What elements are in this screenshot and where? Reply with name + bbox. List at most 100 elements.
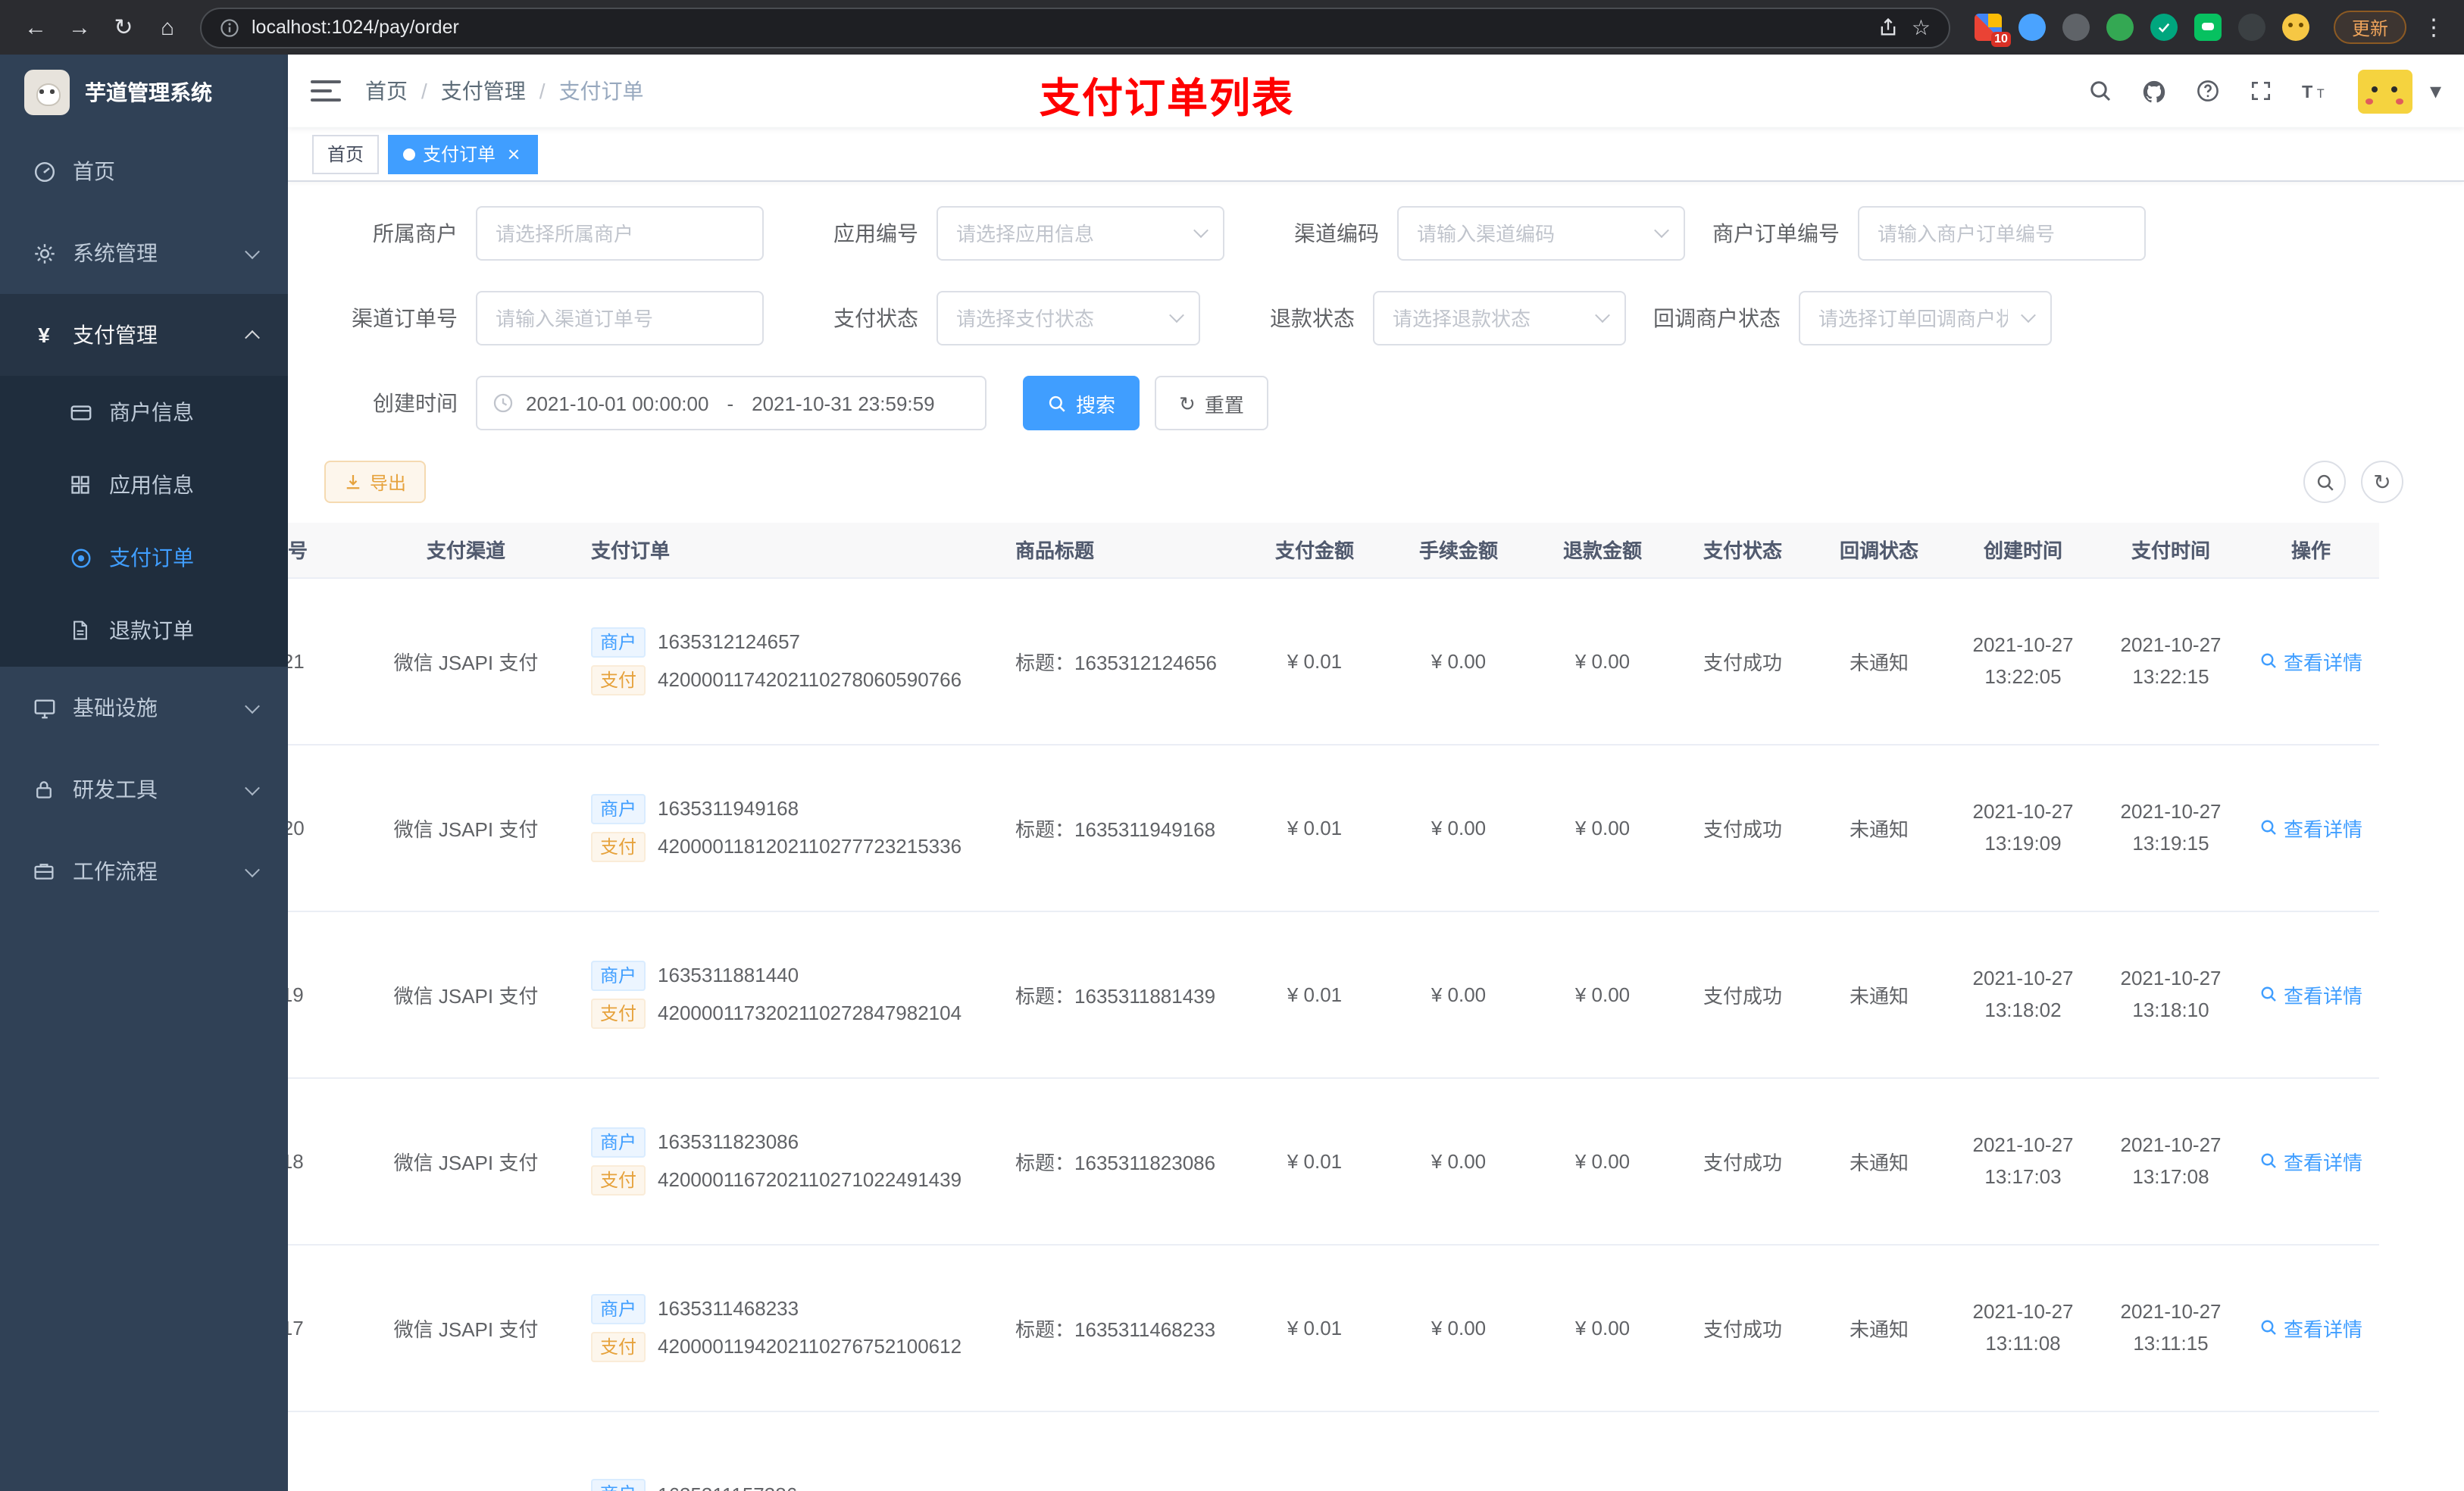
sidebar-item-home[interactable]: 首页 — [0, 130, 288, 212]
menu-item-label: 支付管理 — [73, 323, 158, 347]
site-info-icon[interactable] — [220, 17, 239, 37]
pay-tag: 支付 — [591, 831, 646, 861]
extension-icon[interactable] — [2018, 14, 2046, 41]
view-detail-link[interactable]: 查看详情 — [2259, 1146, 2362, 1175]
title-prefix: 标题： — [1015, 651, 1075, 674]
filter-row-3: 创建时间 2021-10-01 00:00:00 - 2021-10-31 23… — [324, 376, 2464, 430]
font-size-icon[interactable]: TT — [2303, 79, 2330, 103]
filter-field-label: 支付状态 — [833, 306, 918, 330]
sidebar-subitem-app-info[interactable]: 应用信息 — [0, 449, 288, 521]
fullscreen-icon[interactable] — [2250, 79, 2274, 103]
view-detail-link[interactable]: 查看详情 — [2259, 646, 2362, 675]
column-header: 支付状态 — [1674, 523, 1811, 578]
pay-order-line: 支付 4200001173202110272847982104 — [591, 998, 985, 1028]
merchant-order-no: 1635311157386 — [658, 1483, 797, 1491]
browser-back-button[interactable]: ← — [15, 7, 56, 48]
filter-field: 商户订单编号 — [1706, 206, 2146, 261]
product-title-cell: 标题：1635311468233 — [1000, 1244, 1243, 1411]
browser-home-button[interactable]: ⌂ — [147, 7, 188, 48]
export-button[interactable]: 导出 — [324, 461, 427, 503]
browser-reload-button[interactable]: ↻ — [103, 7, 144, 48]
tab-pay-order[interactable]: 支付订单 — [388, 134, 539, 173]
view-detail-link[interactable]: 查看详情 — [2259, 980, 2362, 1008]
pay-status-cell: 支付成功 — [1674, 577, 1811, 745]
active-dot-icon — [403, 148, 416, 160]
browser-menu-icon[interactable]: ⋮ — [2419, 16, 2449, 39]
sidebar-item-payment[interactable]: ¥ 支付管理 — [0, 294, 288, 376]
help-icon[interactable] — [2197, 79, 2221, 103]
bookmark-star-icon[interactable]: ☆ — [1912, 17, 1931, 38]
refund-amount-cell: ¥ 0.00 — [1531, 1244, 1674, 1411]
filter-field-label: 应用编号 — [833, 221, 918, 245]
record-icon — [67, 546, 94, 569]
view-detail-link[interactable]: 查看详情 — [2259, 1313, 2362, 1342]
extension-icon[interactable] — [2150, 14, 2178, 41]
url-text[interactable]: localhost:1024/pay/order — [252, 17, 1866, 38]
sidebar-subitem-pay-order[interactable]: 支付订单 — [0, 521, 288, 594]
date-text: 2021-10-27 — [2120, 799, 2222, 823]
share-icon[interactable] — [1878, 17, 1900, 38]
reset-button-label: 重置 — [1204, 393, 1244, 416]
tab-home[interactable]: 首页 — [312, 134, 380, 173]
tab-label: 支付订单 — [423, 144, 496, 165]
sidebar-item-system[interactable]: 系统管理 — [0, 212, 288, 294]
create-time-range-input[interactable]: 2021-10-01 00:00:00 - 2021-10-31 23:59:5… — [476, 376, 987, 430]
toggle-search-button[interactable] — [2303, 461, 2346, 503]
sidebar-item-devtools[interactable]: 研发工具 — [0, 749, 288, 830]
content-area: 所属商户应用编号渠道编码商户订单编号 渠道订单号支付状态退款状态回调商户状态 创… — [288, 182, 2464, 1491]
extension-icon[interactable] — [2194, 14, 2222, 41]
reset-button[interactable]: ↻ 重置 — [1155, 376, 1268, 430]
merchant-tag: 商户 — [591, 960, 646, 990]
sidebar-item-infrastructure[interactable]: 基础设施 — [0, 667, 288, 749]
time-text: 13:22:05 — [1984, 665, 2062, 688]
pay-amount-cell: ¥ 0.01 — [1243, 577, 1387, 745]
extension-icon[interactable]: 10 — [1974, 14, 2011, 47]
breadcrumb-item[interactable]: 首页 — [365, 76, 441, 106]
owning-merchant-input[interactable] — [476, 206, 764, 261]
extension-icon[interactable] — [2237, 14, 2265, 41]
sidebar-subitem-merchant-info[interactable]: 商户信息 — [0, 376, 288, 449]
merchant-order-no-input[interactable] — [1858, 206, 2146, 261]
chevron-down-icon[interactable]: ▾ — [2430, 80, 2441, 102]
extensions-area: 10 — [1962, 14, 2322, 47]
refresh-table-button[interactable]: ↻ — [2361, 461, 2403, 503]
callback-status-select[interactable] — [1799, 291, 2052, 345]
title-value: 1635311881439 — [1074, 984, 1216, 1007]
breadcrumb-item[interactable]: 支付订单 — [559, 76, 644, 106]
search-button[interactable]: 搜索 — [1023, 376, 1140, 430]
app-no-select[interactable] — [937, 206, 1224, 261]
channel-order-no-input[interactable] — [476, 291, 764, 345]
menu-item-label: 基础设施 — [73, 695, 158, 720]
svg-text:T: T — [2303, 82, 2314, 102]
pay-status-cell: 支付成功 — [1674, 1077, 1811, 1245]
pay-order-no: 4200001167202110271022491439 — [658, 1168, 962, 1191]
column-header: 支付订单 — [576, 523, 1000, 578]
extension-icon[interactable] — [2062, 14, 2090, 41]
search-icon[interactable] — [2089, 79, 2113, 103]
merchant-tag: 商户 — [591, 1293, 646, 1324]
github-icon[interactable] — [2142, 78, 2168, 104]
close-icon[interactable] — [503, 144, 523, 164]
browser-update-button[interactable]: 更新 — [2333, 11, 2406, 44]
pay-status-select[interactable] — [937, 291, 1200, 345]
profile-avatar-icon[interactable] — [2281, 14, 2309, 41]
breadcrumb-item[interactable]: 支付管理 — [441, 76, 559, 106]
product-title-cell: 标题：1635312124656 — [1000, 577, 1243, 745]
title-value: 1635312124656 — [1074, 651, 1218, 674]
hamburger-icon[interactable] — [311, 80, 341, 102]
channel-code-select[interactable] — [1397, 206, 1685, 261]
time-text: 13:17:03 — [1984, 1165, 2062, 1188]
date-text: 2021-10-27 — [2120, 1299, 2222, 1323]
address-bar[interactable]: localhost:1024/pay/order ☆ — [200, 7, 1950, 48]
extension-icon[interactable] — [2106, 14, 2134, 41]
view-detail-link[interactable]: 查看详情 — [2259, 813, 2362, 842]
refund-status-select[interactable] — [1373, 291, 1626, 345]
order-id-cell: 118 — [288, 1077, 356, 1245]
pay-tag: 支付 — [591, 664, 646, 695]
browser-forward-button[interactable]: → — [59, 7, 100, 48]
sidebar-subitem-refund-order[interactable]: 退款订单 — [0, 594, 288, 667]
notify-status-cell: 未通知 — [1811, 744, 1947, 911]
pay-amount-cell: ¥ 0.01 — [1243, 1077, 1387, 1245]
user-avatar[interactable] — [2358, 69, 2413, 113]
sidebar-item-workflow[interactable]: 工作流程 — [0, 830, 288, 912]
